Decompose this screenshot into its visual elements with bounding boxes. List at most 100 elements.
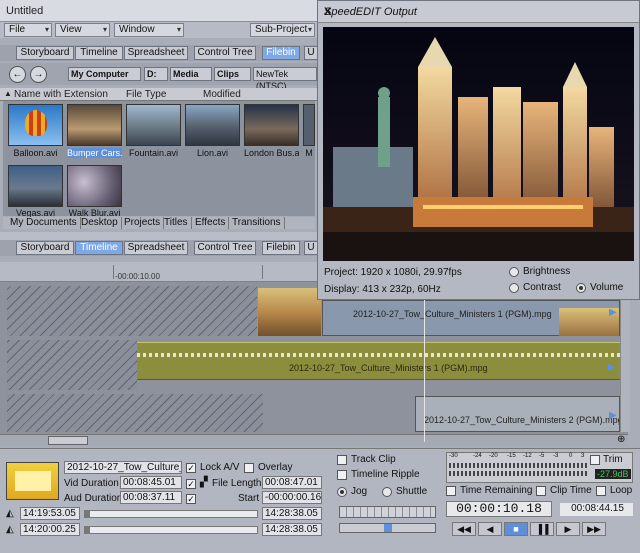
loc-projects[interactable]: Projects: [121, 217, 165, 229]
clip-end-arrow-icon[interactable]: ▶: [608, 362, 616, 373]
jog-wheel[interactable]: [339, 506, 436, 518]
crumb-drive[interactable]: D:: [144, 67, 168, 81]
checkbox-2[interactable]: ✓: [186, 479, 196, 489]
aud-duration-label: Aud Duration: [64, 493, 123, 504]
shuttle-slider[interactable]: [339, 523, 436, 533]
crumb-clips[interactable]: Clips: [214, 67, 251, 81]
checkbox-3[interactable]: ✓: [186, 494, 196, 504]
current-timecode[interactable]: 00:00:10.18: [446, 501, 552, 517]
tab-spreadsheet[interactable]: Spreadsheet: [124, 46, 188, 60]
track-clip-checkbox[interactable]: [337, 455, 347, 465]
tab-control-tree[interactable]: Control Tree: [194, 46, 256, 60]
tab-filebin[interactable]: Filebin: [262, 46, 300, 60]
tab-storyboard[interactable]: Storyboard: [16, 241, 74, 255]
clip-label: 2012-10-27_Tow_Culture_Ministers 2 (PGM)…: [424, 415, 620, 425]
forward-button[interactable]: →: [30, 66, 47, 83]
loop-checkbox[interactable]: [596, 486, 606, 496]
timeline-ripple-checkbox[interactable]: [337, 470, 347, 480]
thumb-london-bus[interactable]: [244, 104, 299, 146]
scroll-thumb[interactable]: [48, 436, 88, 445]
thumb-walk-blur[interactable]: [67, 165, 122, 207]
overlay-checkbox[interactable]: [244, 463, 254, 473]
audio-clip[interactable]: 2012-10-27_Tow_Culture_Ministers 1 (PGM)…: [137, 342, 620, 380]
shuttle-radio[interactable]: [382, 487, 392, 497]
file-length-field[interactable]: 00:08:47.01: [262, 476, 322, 489]
video-clip[interactable]: 2012-10-27_Tow_Culture_Ministers 2 (PGM)…: [415, 396, 620, 432]
loc-titles[interactable]: Titles: [161, 217, 192, 229]
play-button[interactable]: ▶: [556, 522, 580, 536]
in-point-1[interactable]: 14:19:53.05: [20, 507, 80, 520]
tab-filebin[interactable]: Filebin: [262, 241, 300, 255]
thumb-bumper-cars[interactable]: [67, 104, 122, 146]
loc-effects[interactable]: Effects: [192, 217, 230, 229]
jog-label: Jog: [351, 486, 368, 497]
timeline-vscroll[interactable]: [620, 282, 630, 432]
crumb-newtek[interactable]: NewTek (NTSC): [253, 67, 317, 91]
tab-more[interactable]: U: [304, 46, 318, 60]
clip-time-checkbox[interactable]: [536, 486, 546, 496]
start-field[interactable]: -00:00:00.16: [262, 491, 322, 504]
video-frame: [323, 27, 634, 261]
pause-button[interactable]: ▐▐: [530, 522, 554, 536]
fast-forward-button[interactable]: ▶▶: [582, 522, 606, 536]
play-reverse-button[interactable]: ◀: [478, 522, 502, 536]
view-menu[interactable]: View: [55, 23, 110, 37]
col-type[interactable]: File Type: [126, 89, 166, 100]
file-label[interactable]: Balloon.avi: [8, 148, 63, 158]
crumb-media[interactable]: Media: [170, 67, 212, 81]
loc-transitions[interactable]: Transitions: [229, 217, 285, 229]
meter-tick: -12: [523, 453, 532, 459]
clip-end-arrow-icon[interactable]: ▶: [609, 307, 617, 318]
file-label[interactable]: Fountain.avi: [126, 148, 181, 158]
trim-slider-1[interactable]: [84, 510, 258, 518]
file-label[interactable]: Lion.avi: [185, 148, 240, 158]
time-remaining-checkbox[interactable]: [446, 486, 456, 496]
out-point-1[interactable]: 14:28:38.05: [262, 507, 322, 520]
lock-av-checkbox[interactable]: ✓: [186, 463, 196, 473]
timeline-scrollbar[interactable]: ⊕: [0, 434, 628, 446]
thumb-balloon[interactable]: [8, 104, 63, 146]
trim-slider-2[interactable]: [84, 526, 258, 534]
clip-name-field[interactable]: 2012-10-27_Tow_Culture_: [64, 461, 182, 474]
thumb-fountain[interactable]: [126, 104, 181, 146]
tab-storyboard[interactable]: Storyboard: [16, 46, 74, 60]
back-button[interactable]: ←: [9, 66, 26, 83]
clip-end-arrow-icon[interactable]: ▶: [609, 410, 617, 421]
vid-duration-field[interactable]: 00:08:45.01: [120, 476, 182, 489]
track-2[interactable]: 2 2012-10-27_Tow_Culture_Ministers 1 (PG…: [0, 336, 628, 392]
in-point-2[interactable]: 14:20:00.25: [20, 523, 80, 536]
rewind-button[interactable]: ◀◀: [452, 522, 476, 536]
col-modified[interactable]: Modified: [203, 89, 241, 100]
loc-desktop[interactable]: Desktop: [78, 217, 122, 229]
contrast-radio[interactable]: [509, 283, 519, 293]
crumb-my-computer[interactable]: My Computer: [68, 67, 141, 81]
output-title-bar[interactable]: SpeedEDIT Output X: [318, 1, 639, 23]
file-label[interactable]: London Bus.avi: [244, 148, 299, 158]
tab-timeline[interactable]: Timeline: [75, 46, 123, 60]
track-3[interactable]: 3 2012-10-27_Tow_Culture_Ministers 2 (PG…: [0, 392, 628, 434]
volume-radio[interactable]: [576, 283, 586, 293]
tab-timeline[interactable]: Timeline: [75, 241, 123, 255]
trim-checkbox[interactable]: [590, 455, 600, 465]
thumb-lion[interactable]: [185, 104, 240, 146]
tab-control-tree[interactable]: Control Tree: [194, 241, 256, 255]
col-name[interactable]: Name with Extension: [14, 89, 108, 100]
file-label[interactable]: M: [303, 148, 315, 158]
volume-label: Volume: [590, 282, 624, 293]
loc-my-documents[interactable]: My Documents: [7, 217, 81, 229]
stop-button[interactable]: ■: [504, 522, 528, 536]
subproject-menu[interactable]: Sub-Project: [250, 23, 315, 37]
window-menu[interactable]: Window: [114, 23, 184, 37]
brightness-radio[interactable]: [509, 267, 519, 277]
tab-spreadsheet[interactable]: Spreadsheet: [124, 241, 188, 255]
thumb-vegas[interactable]: [8, 165, 63, 207]
file-label[interactable]: Bumper Cars.avi: [67, 148, 122, 158]
jog-radio[interactable]: [337, 487, 347, 497]
thumb-more[interactable]: [303, 104, 315, 146]
file-menu[interactable]: File: [4, 23, 52, 37]
tab-more[interactable]: U: [304, 241, 318, 255]
out-point-2[interactable]: 14:28:38.05: [262, 523, 322, 536]
close-icon[interactable]: X: [324, 6, 633, 18]
aud-duration-field[interactable]: 00:08:37.11: [120, 491, 182, 504]
zoom-icon[interactable]: ⊕: [617, 434, 625, 445]
